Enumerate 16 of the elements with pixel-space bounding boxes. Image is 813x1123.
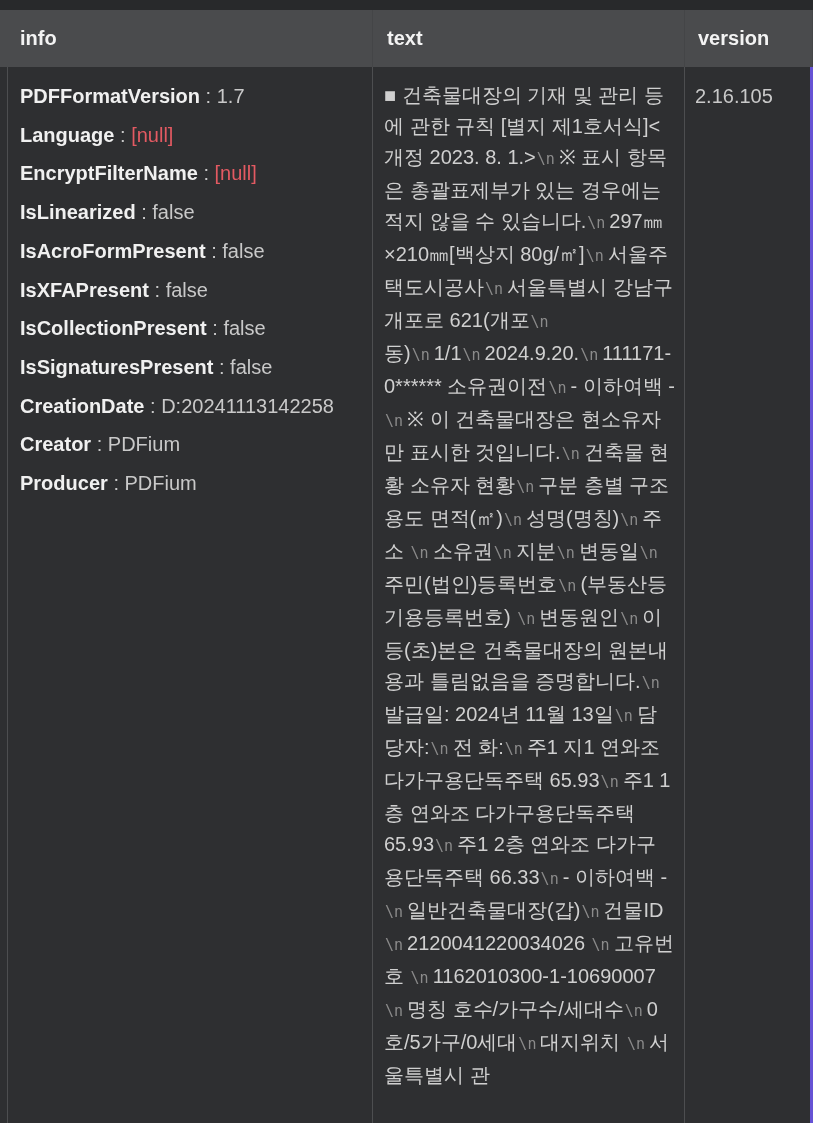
info-entry: IsSignaturesPresent : false	[20, 354, 274, 380]
column-header: version	[685, 10, 813, 67]
info-entry: CreationDate : D:20241113142258	[20, 393, 335, 419]
info-entry: IsXFAPresent : false	[20, 277, 209, 303]
info-entry: Creator : PDFium	[20, 432, 182, 458]
info-entry: PDFFormatVersion : 1.7	[20, 84, 246, 109]
column-header: info	[0, 10, 373, 67]
table-cell-text: 2.16.105	[694, 84, 774, 109]
info-entry: Producer : PDFium	[20, 471, 198, 497]
info-entry: EncryptFilterName : [null]	[20, 161, 258, 187]
table-cell: ■ 건축물대장의 기재 및 관리 등에 관한 규칙 [별지 제1호서식]<개정 2023. 8. 1.>\n ※ 표시 항목은 총괄표제부가 있는 경우에는 적지 않을 수 있습니다.\n 297㎜×210㎜[백상지 80g/㎡]\n 서울주택도시공사\n 서울특별시 강남구 개포로 621(개포\n 동)\n 1/1\n 2024.9.20.\n 111171-0****** 소유권이전\n - 이하여백 - \n ※ 이 건축물대장은 현소유자만 표시한 것입니다.\n 건축물 현황 소유자 현황\n 구분 층별 구조 용도 면적(㎡)\n 성명(명칭)\n 주소 \n 소유권\n 지분\n 변동일\n 주민(법인)등록번호\n (부동산등기용등록번호) \n 변동원인\n 이 등(초)본은 건축물대장의 원본내용과 틀림없음을 증명합니다.\n 발급일: 2024년 11월 13일\n 담당자:\n 전 화:\n 주1 지1 연와조 다가구용단독주택 65.93\n 주1 1층 연와조 다가구용단독주택 65.93\n 주1 2층 연와조 다가구용단독주택 66.33\n - 이하여백 - \n 일반건축물대장(갑)\n 건물ID \n 2120041220034026 \n 고유번호 \n 1162010300-1-10690007 \n 명칭 호수/가구수/세대수\n 0호/5가구/0세대\n 대지위치 \n 서울특별시 관	[373, 67, 685, 1123]
info-entry: Language : [null]	[20, 122, 175, 148]
info-entry: IsAcroFormPresent : false	[20, 238, 266, 264]
column-header: text	[373, 10, 685, 67]
info-entry: IsCollectionPresent : false	[20, 316, 267, 342]
info-entry: IsLinearized : false	[20, 200, 196, 226]
